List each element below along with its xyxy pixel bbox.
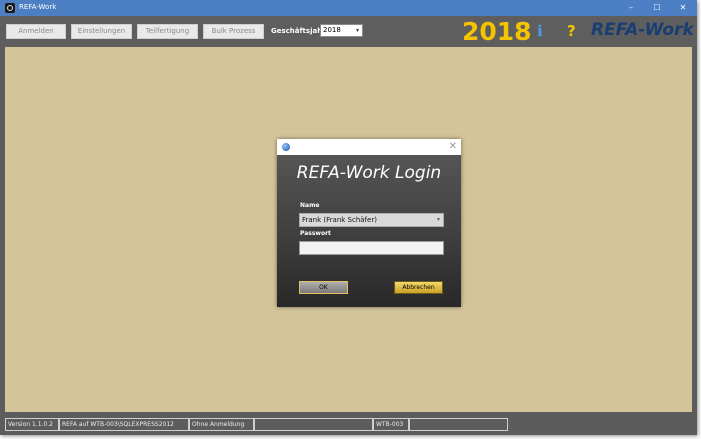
status-server: REFA auf WTB-003\SQLEXPRESS2012 [59, 418, 189, 431]
globe-icon [282, 143, 290, 151]
password-label: Passwort [300, 230, 331, 237]
status-machine: WTB-003 [373, 418, 409, 431]
statusbar: Version 1.1.0.2 REFA auf WTB-003\SQLEXPR… [0, 417, 697, 435]
status-empty-1 [254, 418, 373, 431]
close-button[interactable]: ✕ [670, 0, 696, 16]
login-button[interactable]: Anmelden [6, 24, 66, 39]
dialog-heading: REFA-Work Login [296, 163, 442, 183]
bulk-process-button[interactable]: Bulk Prozess [203, 24, 264, 39]
window-title: REFA-Work [19, 3, 57, 11]
settings-button[interactable]: Einstellungen [71, 24, 132, 39]
password-input[interactable] [299, 241, 444, 255]
name-label: Name [300, 202, 320, 209]
fiscal-year-select[interactable]: 2018 ▾ [320, 24, 363, 37]
status-login: Ohne Anmeldung [189, 418, 254, 431]
status-version: Version 1.1.0.2 [5, 418, 59, 431]
maximize-button[interactable]: ☐ [644, 0, 670, 16]
partial-production-button[interactable]: Teilfertigung [137, 24, 198, 39]
app-icon [5, 3, 15, 13]
status-empty-2 [409, 418, 508, 431]
name-value: Frank (Frank Schäfer) [302, 216, 377, 224]
help-icon[interactable]: ? [567, 22, 576, 40]
ok-button[interactable]: OK [299, 281, 348, 294]
fiscal-year-value: 2018 [323, 26, 341, 34]
cancel-button[interactable]: Abbrechen [394, 281, 443, 294]
window-titlebar[interactable]: REFA-Work – ☐ ✕ [0, 0, 697, 16]
name-select[interactable]: Frank (Frank Schäfer) ▾ [299, 213, 444, 227]
year-display: 2018 [462, 17, 532, 46]
dialog-close-button[interactable]: ✕ [449, 140, 457, 154]
chevron-down-icon: ▾ [355, 27, 359, 34]
brand-logo: REFA-Work [591, 20, 694, 40]
chevron-down-icon: ▾ [436, 216, 440, 223]
dialog-titlebar[interactable]: ✕ [277, 139, 461, 155]
login-dialog: ✕ REFA-Work Login Name Passwort Frank (F… [277, 139, 461, 307]
minimize-button[interactable]: – [618, 0, 644, 16]
toolbar: Anmelden Einstellungen Teilfertigung Bul… [0, 16, 697, 47]
main-window: REFA-Work – ☐ ✕ Anmelden Einstellungen T… [0, 0, 697, 435]
info-icon[interactable]: i [537, 22, 543, 40]
fiscal-year-label: Geschäftsjahr [271, 27, 326, 35]
